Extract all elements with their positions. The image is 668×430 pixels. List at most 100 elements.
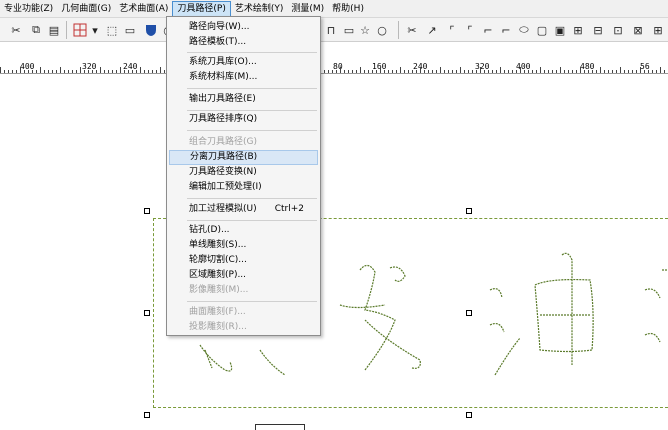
slot-tool-icon[interactable]: ⬭ — [516, 22, 532, 38]
ruler-tick — [352, 70, 353, 73]
menu-item-drilling[interactable]: 钻孔(D)... — [169, 223, 318, 238]
ruler-tick — [616, 70, 617, 73]
ruler-tick — [640, 67, 641, 73]
ruler-tick — [576, 70, 577, 73]
ruler-tick — [368, 70, 369, 73]
ruler-tick — [456, 70, 457, 73]
cube-icon[interactable]: ⬚ — [104, 22, 120, 38]
menu-item-shortcut: Ctrl+2 — [274, 204, 304, 214]
fillet-tool-icon[interactable]: ⌐ — [480, 22, 496, 38]
menu-item-tool-library[interactable]: 系统刀具库(O)... — [169, 55, 318, 70]
menu-item-path-wizard[interactable]: 路径向导(W)... — [169, 20, 318, 35]
ruler-tick — [548, 70, 549, 73]
node-tool-4-icon[interactable]: ⊠ — [630, 22, 646, 38]
ruler-tick — [96, 70, 97, 73]
ruler-tick — [80, 67, 81, 73]
menu-art-surface[interactable]: 艺术曲面(A) — [115, 1, 172, 17]
ruler-tick — [496, 70, 497, 73]
menu-art-draw[interactable]: 艺术绘制(Y) — [231, 1, 288, 17]
rounded-rect-tool-icon[interactable]: ▢ — [534, 22, 550, 38]
ruler-tick — [16, 70, 17, 73]
ruler-tick — [488, 70, 489, 73]
menu-geometry-surface[interactable]: 几何曲面(G) — [57, 1, 115, 17]
cut-icon[interactable]: ✂ — [8, 22, 24, 38]
ruler-tick — [128, 70, 129, 73]
ruler-tick — [108, 70, 109, 73]
ruler-tick — [420, 67, 421, 73]
nested-rect-tool-icon[interactable]: ▣ — [552, 22, 568, 38]
node-tool-2-icon[interactable]: ⊟ — [590, 22, 606, 38]
selection-handle[interactable] — [144, 208, 150, 214]
menu-item-edit-preprocess[interactable]: 编辑加工预处理(I) — [169, 180, 318, 195]
chevron-down-icon[interactable]: ▾ — [90, 22, 100, 38]
ruler-tick — [656, 70, 657, 73]
selection-handle[interactable] — [466, 412, 472, 418]
ruler-tick — [520, 67, 521, 73]
ruler-tick — [600, 67, 601, 73]
ruler-tick — [504, 70, 505, 73]
menu-item-sort-toolpath[interactable]: 刀具路径排序(Q) — [169, 112, 318, 127]
menu-item-area-engrave[interactable]: 区域雕刻(P)... — [169, 268, 318, 283]
menu-item-label: 加工过程模拟(U) — [189, 204, 257, 214]
copy-icon[interactable]: ⧉ — [28, 22, 44, 38]
frame-icon[interactable]: ▭ — [122, 22, 138, 38]
rectangle-tool-icon[interactable]: ▭ — [341, 22, 357, 38]
drawing-canvas[interactable] — [0, 75, 668, 430]
ruler-tick — [524, 70, 525, 73]
arrow-tool-icon[interactable]: ↗ — [424, 22, 440, 38]
ruler-tick — [52, 70, 53, 73]
ruler-tick — [120, 67, 121, 73]
menu-item-single-line-engrave[interactable]: 单线雕刻(S)... — [169, 238, 318, 253]
ruler-tick — [472, 70, 473, 73]
ruler-tick — [408, 70, 409, 73]
ruler-tick — [364, 70, 365, 73]
grid-icon[interactable] — [72, 22, 88, 38]
ruler-tick — [388, 70, 389, 73]
ruler-tick — [140, 67, 141, 73]
ruler-tick — [468, 70, 469, 73]
selection-handle[interactable] — [144, 310, 150, 316]
ruler-tick — [164, 70, 165, 73]
menu-separator — [187, 220, 317, 221]
menu-item-separate-toolpath[interactable]: 分离刀具路径(B) — [169, 150, 318, 165]
menu-toolpath[interactable]: 刀具路径(P) — [172, 0, 231, 17]
menu-item-transform-toolpath[interactable]: 刀具路径变换(N) — [169, 165, 318, 180]
menu-special[interactable]: 专业功能(Z) — [0, 1, 57, 17]
ruler-tick — [32, 70, 33, 73]
chamfer-tool-icon[interactable]: ⌐ — [498, 22, 514, 38]
menu-item-path-template[interactable]: 路径模板(T)... — [169, 35, 318, 50]
selection-handle[interactable] — [466, 208, 472, 214]
ruler-tick — [376, 70, 377, 73]
ellipse-tool-icon[interactable]: ○ — [374, 22, 390, 38]
menu-help[interactable]: 帮助(H) — [328, 1, 368, 17]
ruler-tick — [568, 70, 569, 73]
star-tool-icon[interactable]: ☆ — [357, 22, 373, 38]
ruler-tick — [132, 70, 133, 73]
menu-item-material-library[interactable]: 系统材料库(M)... — [169, 70, 318, 85]
paste-icon[interactable]: ▤ — [46, 22, 62, 38]
menu-item-simulate-machining[interactable]: 加工过程模拟(U) Ctrl+2 — [169, 202, 318, 217]
align-icon[interactable]: ⊓ — [323, 22, 339, 38]
ruler-tick — [404, 70, 405, 73]
node-tool-icon[interactable]: ⊞ — [570, 22, 586, 38]
node-tool-3-icon[interactable]: ⊡ — [610, 22, 626, 38]
ruler-tick — [608, 70, 609, 73]
corner-tool-icon[interactable]: ⌜ — [444, 22, 460, 38]
ruler-tick — [152, 70, 153, 73]
ruler-tick — [412, 70, 413, 73]
ruler-tick — [60, 67, 61, 73]
menu-item-contour-cut[interactable]: 轮廓切割(C)... — [169, 253, 318, 268]
node-tool-5-icon[interactable]: ⊞ — [650, 22, 666, 38]
ruler-tick — [572, 70, 573, 73]
corner-tool-2-icon[interactable]: ⌜ — [462, 22, 478, 38]
ruler-tick — [400, 67, 401, 73]
ruler-tick — [56, 70, 57, 73]
ruler-tick — [36, 70, 37, 73]
scissors-tool-icon[interactable]: ✂ — [404, 22, 420, 38]
menu-item-output-toolpath[interactable]: 输出刀具路径(E) — [169, 92, 318, 107]
ruler-tick — [460, 67, 461, 73]
selection-handle[interactable] — [144, 412, 150, 418]
ruler-tick — [512, 70, 513, 73]
shield-icon[interactable] — [143, 22, 159, 38]
menu-measure[interactable]: 测量(M) — [287, 1, 328, 17]
